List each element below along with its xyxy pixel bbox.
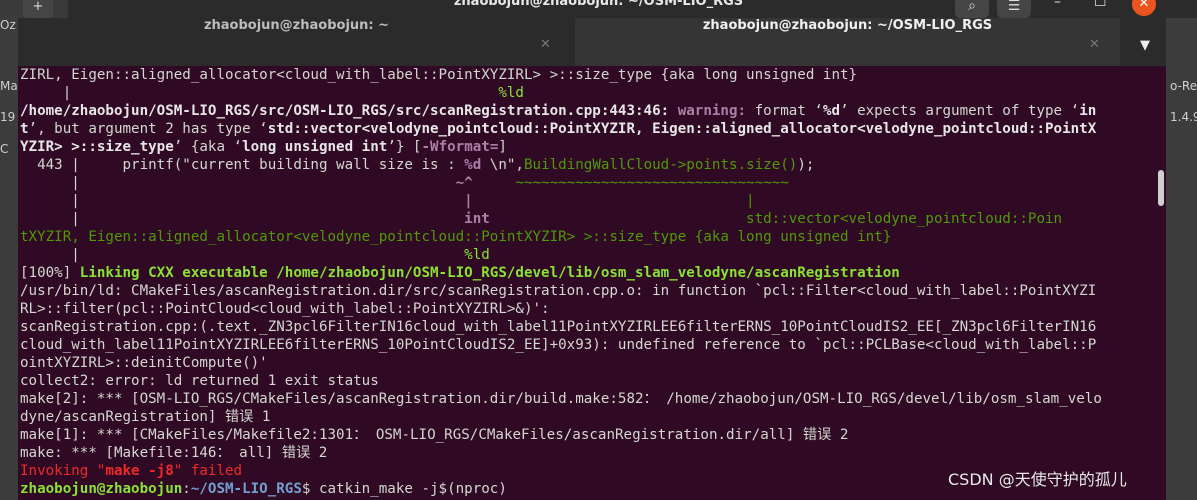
tab-home[interactable]: zhaobojun@zhaobojun: ~ — [18, 18, 575, 66]
maximize-icon: ☐ — [1094, 0, 1107, 10]
title-bar: + zhaobojun@zhaobojun: ~/OSM-LIO_RGS ⌕ ☰… — [0, 0, 1197, 18]
terminal-line: /usr/bin/ld: CMakeFiles/ascanRegistratio… — [20, 283, 1097, 299]
tab-osm-lio-rgs[interactable]: zhaobojun@zhaobojun: ~/OSM-LIO_RGS — [575, 18, 1120, 66]
tab-label: zhaobojun@zhaobojun: ~ — [203, 18, 390, 33]
terminal-line: scanRegistration.cpp:(.text._ZN3pcl6Filt… — [20, 319, 1097, 335]
terminal-line: dyne/ascanRegistration] 错误 1 — [20, 409, 271, 425]
minimize-icon: – — [1054, 0, 1061, 10]
background-text: Ma — [0, 79, 18, 93]
terminal-line: | %ld — [20, 85, 524, 101]
search-button[interactable]: ⌕ — [955, 0, 989, 18]
terminal-line: YZIR> >::size_type’ {aka ‘long unsigned … — [20, 139, 507, 155]
terminal-line: /home/zhaobojun/OSM-LIO_RGS/src/OSM-LIO_… — [20, 103, 1097, 119]
hamburger-menu-icon: ☰ — [1007, 0, 1021, 14]
background-text: 19 — [0, 110, 16, 124]
terminal-line: | ~^ ~~~~~~~~~~~~~~~~~~~~~~~~~~~~~~~~ — [20, 175, 789, 191]
close-tab-icon[interactable]: ✕ — [1089, 37, 1100, 52]
search-icon: ⌕ — [968, 0, 976, 14]
tab-list-menu-icon[interactable]: ▼ — [1140, 38, 1150, 53]
tab-label: zhaobojun@zhaobojun: ~/OSM-LIO_RGS — [702, 18, 993, 33]
prompt-command: $ catkin_make -j$(nproc) — [301, 481, 507, 497]
terminal-scrollbar[interactable] — [1158, 170, 1164, 206]
terminal-output[interactable]: ZIRL, Eigen::aligned_allocator<cloud_wit… — [18, 66, 1166, 500]
terminal-line: t’, but argument 2 has type ‘std::vector… — [20, 121, 1097, 137]
terminal-line: Invoking "make -j8" failed — [20, 463, 243, 479]
background-text: C — [0, 142, 9, 156]
terminal-line: cloud_with_label11PointXYZIRLEE6filterER… — [20, 337, 1097, 353]
background-window-left: Oz Ma 19 C — [0, 18, 18, 500]
maximize-button[interactable]: ☐ — [1094, 0, 1107, 10]
terminal-line: | %ld — [20, 247, 490, 263]
menu-button[interactable]: ☰ — [997, 0, 1031, 18]
watermark: CSDN @天使守护的孤儿 — [948, 470, 1127, 489]
terminal-line: | | | — [20, 193, 755, 209]
close-tab-icon[interactable]: ✕ — [540, 37, 551, 52]
terminal-line: make: *** [Makefile:146： all] 错误 2 — [20, 445, 328, 461]
terminal-line: make[2]: *** [OSM-LIO_RGS/CMakeFiles/asc… — [20, 391, 1102, 407]
terminal-line: [100%] Linking CXX executable /home/zhao… — [20, 265, 900, 281]
terminal-line: | int std::vector<velodyne_pointcloud::P… — [20, 211, 1063, 227]
terminal-line: make[1]: *** [CMakeFiles/Makefile2:1301：… — [20, 427, 849, 443]
tab-bar: zhaobojun@zhaobojun: ~ ✕ zhaobojun@zhaob… — [18, 18, 1166, 66]
terminal-line: 443 | printf("current building wall size… — [20, 157, 815, 173]
terminal-line: ZIRL, Eigen::aligned_allocator<cloud_wit… — [20, 67, 858, 83]
background-text: o-Re — [1170, 79, 1197, 93]
terminal-line: ointXYZIRL>::deinitCompute()' — [20, 355, 268, 371]
close-icon: ✕ — [1138, 0, 1150, 11]
background-text: 1.4.95 — [1170, 110, 1197, 124]
terminal-line: collect2: error: ld returned 1 exit stat… — [20, 373, 379, 389]
prompt-path: ~/OSM-LIO_RGS — [190, 481, 302, 497]
prompt-user: zhaobojun@zhaobojun — [20, 481, 183, 497]
background-text: Oz — [0, 18, 16, 32]
terminal-line: tXYZIR, Eigen::aligned_allocator<velodyn… — [20, 229, 892, 245]
terminal-line: RL>::filter(pcl::PointCloud<cloud_with_l… — [20, 301, 550, 317]
close-window-button[interactable]: ✕ — [1132, 0, 1156, 16]
shell-prompt: zhaobojun@zhaobojun:~/OSM-LIO_RGS$ catki… — [20, 481, 507, 497]
minimize-button[interactable]: – — [1054, 0, 1061, 10]
